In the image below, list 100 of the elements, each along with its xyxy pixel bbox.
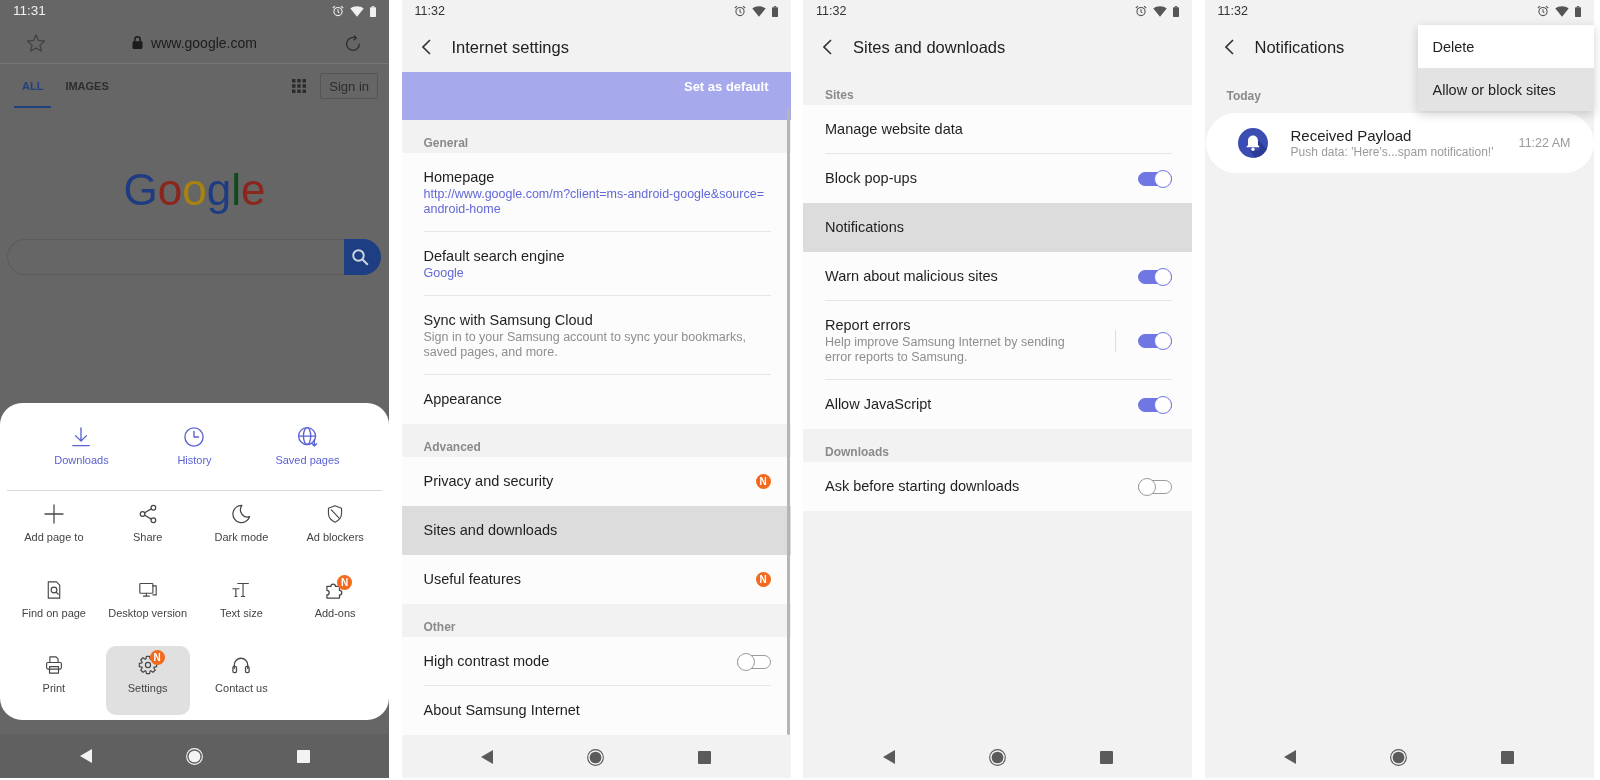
toggle-switch[interactable] bbox=[736, 652, 771, 671]
wifi-icon bbox=[1153, 5, 1167, 17]
alarm-clock-icon bbox=[1135, 5, 1147, 17]
menu-item[interactable]: Share bbox=[105, 495, 190, 564]
recents-icon[interactable] bbox=[1099, 750, 1113, 764]
share-icon bbox=[138, 505, 157, 523]
settings-item[interactable]: High contrast mode bbox=[401, 637, 791, 686]
menu-item[interactable]: Print bbox=[11, 646, 96, 715]
toggle-switch[interactable] bbox=[1138, 395, 1172, 414]
setting-title: Sync with Samsung Cloud bbox=[423, 311, 594, 330]
alarm-clock-icon bbox=[733, 5, 746, 17]
settings-item[interactable]: Default search engine Google bbox=[401, 232, 791, 296]
home-icon[interactable] bbox=[1390, 748, 1407, 766]
shield-icon bbox=[326, 505, 345, 523]
recents-icon[interactable] bbox=[698, 750, 711, 764]
setting-title: About Samsung Internet bbox=[423, 701, 581, 720]
star-icon[interactable] bbox=[27, 33, 45, 52]
alarm-clock-icon bbox=[332, 5, 344, 17]
setting-value: Google bbox=[423, 266, 465, 281]
notification-title: Received Payload bbox=[1290, 126, 1413, 145]
settings-item[interactable]: Block pop-ups bbox=[803, 154, 1192, 203]
monitor-icon bbox=[138, 580, 157, 599]
new-badge: N bbox=[337, 574, 353, 590]
status-time: 11:32 bbox=[1217, 4, 1248, 18]
menu-item[interactable]: Delete bbox=[1417, 25, 1594, 68]
alarm-clock-icon bbox=[1536, 5, 1549, 17]
setting-description: Help improve Samsung Internet by sending error reports to Samsung. bbox=[825, 335, 1066, 365]
status-time: 11:32 bbox=[414, 4, 445, 18]
wifi-icon bbox=[350, 5, 364, 17]
settings-item[interactable]: Notifications bbox=[803, 203, 1192, 252]
setting-title: Default search engine bbox=[423, 247, 566, 266]
menu-shortcut[interactable]: Saved pages bbox=[273, 427, 342, 467]
setting-title: Warn about malicious sites bbox=[825, 267, 999, 286]
search-button[interactable] bbox=[344, 239, 381, 275]
toggle-switch[interactable] bbox=[1138, 169, 1172, 188]
toggle-switch[interactable] bbox=[1138, 477, 1172, 496]
clock-icon bbox=[184, 427, 205, 447]
setting-title: Block pop-ups bbox=[825, 169, 918, 188]
battery-icon bbox=[370, 5, 376, 17]
menu-item[interactable]: Dark mode bbox=[199, 495, 284, 564]
section-header: Sites bbox=[825, 88, 854, 102]
menu-shortcut[interactable]: History bbox=[175, 427, 214, 467]
menu-item[interactable]: Add page to bbox=[11, 495, 96, 564]
settings-item[interactable]: Homepage http://www.google.com/m?client=ms-android-google&source=android-home bbox=[401, 153, 791, 232]
settings-item[interactable]: About Samsung Internet bbox=[401, 686, 791, 735]
menu-item[interactable]: N Settings bbox=[105, 646, 190, 715]
back-icon[interactable] bbox=[481, 750, 493, 764]
search-field[interactable] bbox=[7, 239, 344, 275]
menu-item[interactable]: N Add-ons bbox=[293, 570, 378, 640]
section-header: General bbox=[423, 136, 469, 150]
menu-item[interactable]: Text size bbox=[199, 570, 284, 640]
notification-body: Push data: 'Here's...spam notification!' bbox=[1290, 144, 1495, 160]
new-badge: N bbox=[149, 650, 165, 665]
back-icon[interactable] bbox=[823, 39, 832, 55]
setting-title: Report errors bbox=[825, 316, 912, 335]
notification-card[interactable]: Received Payload Push data: 'Here's...spam notification!' 11:22 AM bbox=[1205, 113, 1594, 173]
setting-title: Allow JavaScript bbox=[825, 395, 933, 414]
setting-title: Sites and downloads bbox=[423, 521, 559, 540]
settings-item[interactable]: Allow JavaScript bbox=[803, 380, 1192, 429]
lock-icon bbox=[132, 36, 144, 49]
menu-item[interactable]: Contact us bbox=[199, 646, 284, 715]
back-icon[interactable] bbox=[1224, 39, 1234, 55]
recents-icon[interactable] bbox=[296, 749, 310, 763]
settings-item[interactable]: Warn about malicious sites bbox=[803, 252, 1192, 301]
headset-icon bbox=[232, 656, 251, 674]
settings-item[interactable]: Useful features N bbox=[401, 555, 791, 604]
settings-item[interactable]: Ask before starting downloads bbox=[803, 462, 1192, 511]
toggle-switch[interactable] bbox=[1138, 331, 1172, 350]
back-icon[interactable] bbox=[882, 750, 895, 764]
section-header: Other bbox=[423, 620, 456, 634]
menu-item[interactable]: Ad blockers bbox=[293, 495, 378, 564]
screen-title: Sites and downloads bbox=[853, 37, 1006, 57]
home-icon[interactable] bbox=[988, 748, 1006, 766]
screen-title: Notifications bbox=[1254, 37, 1345, 57]
settings-item[interactable]: Privacy and security N bbox=[401, 457, 791, 506]
settings-item[interactable]: Appearance bbox=[401, 375, 791, 424]
menu-item[interactable]: Desktop version bbox=[105, 570, 190, 640]
menu-shortcut[interactable]: Downloads bbox=[52, 427, 111, 467]
bell-icon bbox=[1237, 128, 1268, 158]
download-icon bbox=[71, 427, 92, 447]
menu-item[interactable]: Allow or block sites bbox=[1417, 68, 1594, 111]
settings-item[interactable]: Sites and downloads bbox=[401, 506, 791, 555]
notification-time: 11:22 AM bbox=[1518, 136, 1571, 150]
setting-title: Manage website data bbox=[825, 120, 964, 139]
toggle-switch[interactable] bbox=[1138, 267, 1172, 286]
recents-icon[interactable] bbox=[1501, 750, 1514, 764]
new-badge: N bbox=[755, 572, 771, 587]
home-icon[interactable] bbox=[587, 748, 604, 766]
menu-item[interactable]: Find on page bbox=[11, 570, 96, 640]
back-icon[interactable] bbox=[1284, 750, 1296, 764]
settings-item[interactable]: Sync with Samsung Cloud Sign in to your Samsung account to sync your bookmarks, saved pages, and more. bbox=[401, 296, 791, 375]
back-icon[interactable] bbox=[421, 39, 431, 55]
battery-icon bbox=[1574, 5, 1581, 17]
back-icon[interactable] bbox=[79, 749, 92, 763]
search-icon bbox=[352, 248, 369, 266]
settings-item[interactable]: Manage website data bbox=[803, 105, 1192, 154]
setting-title: Privacy and security bbox=[423, 472, 555, 491]
settings-item[interactable]: Report errors Help improve Samsung Internet by sending error reports to Samsung. bbox=[803, 301, 1192, 380]
setting-title: Useful features bbox=[423, 570, 523, 589]
apps-grid-icon[interactable] bbox=[292, 79, 307, 93]
